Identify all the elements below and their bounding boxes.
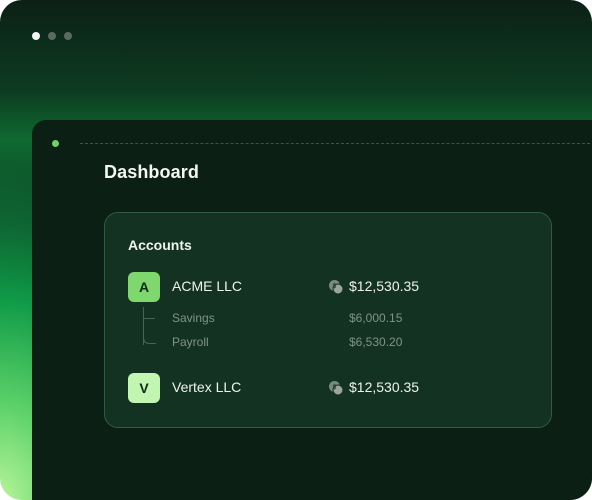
account-row-acme[interactable]: A ACME LLC $ $12,530.35 [128,272,528,302]
svg-text:$: $ [332,383,336,391]
window-minimize-button[interactable] [48,32,56,40]
account-avatar: A [128,272,160,302]
svg-text:$: $ [332,282,336,290]
status-dot-icon [52,140,59,147]
accounts-card: Accounts A ACME LLC $ $12,530.35 Savings… [104,212,552,428]
window-maximize-button[interactable] [64,32,72,40]
account-name: Vertex LLC [172,379,242,395]
dashboard-panel: Dashboard Accounts A ACME LLC $ $12,530.… [32,120,592,500]
sub-account-balance: $6,000.15 [349,311,403,325]
header-divider [80,143,592,144]
account-balance: $12,530.35 [349,278,420,294]
account-avatar: V [128,373,160,403]
app-window: Dashboard Accounts A ACME LLC $ $12,530.… [0,0,592,500]
window-controls [32,32,72,40]
account-name: ACME LLC [172,278,243,294]
accounts-card-title: Accounts [128,237,192,253]
sub-account-name: Savings [172,311,215,325]
coins-icon: $ [329,381,344,396]
coins-icon: $ [329,280,344,295]
account-row-vertex[interactable]: V Vertex LLC $ $12,530.35 [128,373,528,403]
sub-account-row-savings[interactable]: Savings $6,000.15 [128,311,528,329]
sub-account-name: Payroll [172,335,209,349]
account-balance: $12,530.35 [349,379,420,395]
sub-account-balance: $6,530.20 [349,335,403,349]
page-title: Dashboard [104,162,199,182]
sub-account-row-payroll[interactable]: Payroll $6,530.20 [128,335,528,353]
window-close-button[interactable] [32,32,40,40]
